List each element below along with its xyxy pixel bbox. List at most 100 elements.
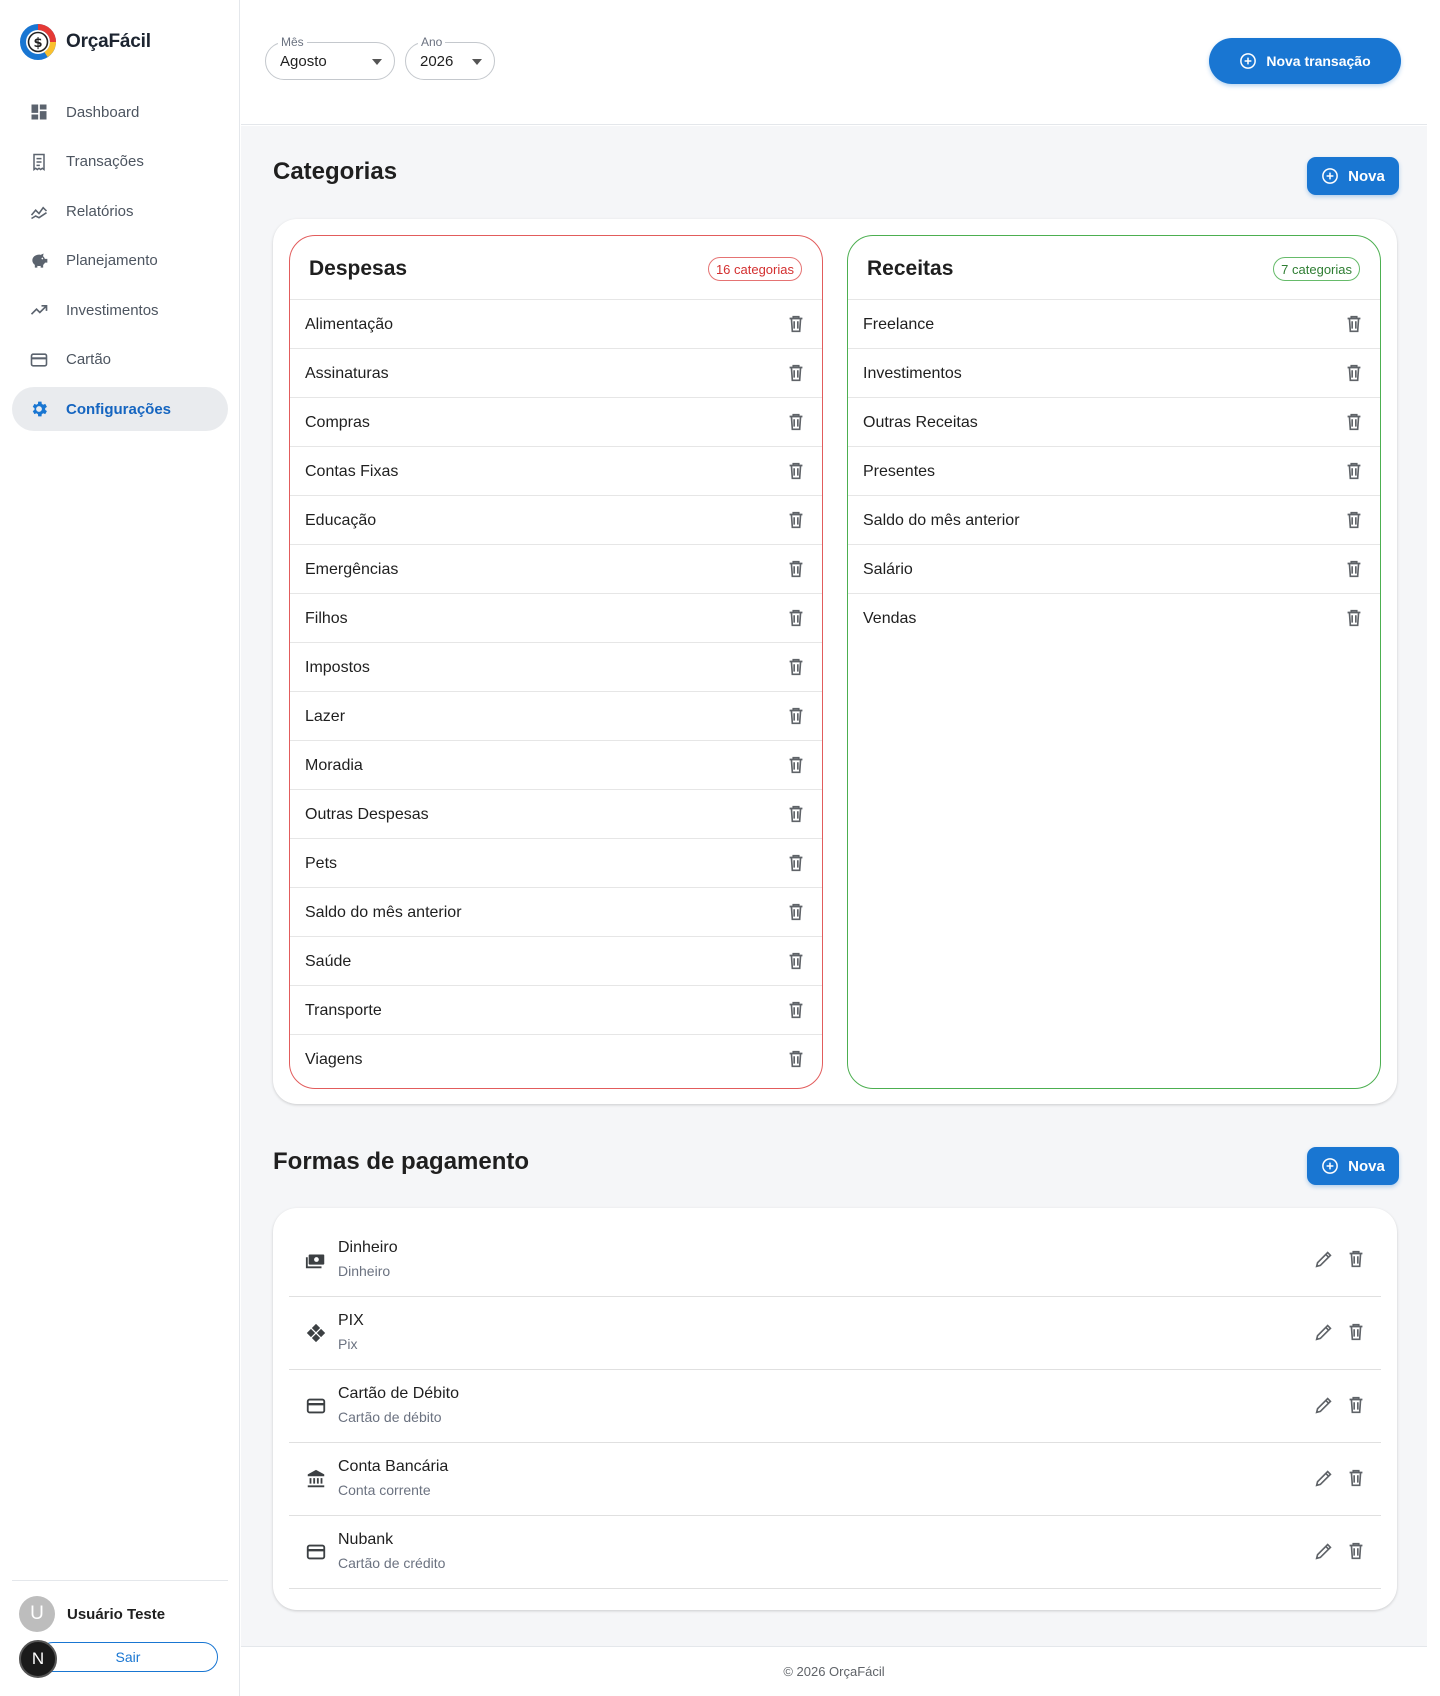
expense-category-row: Assinaturas (290, 349, 822, 398)
month-select-value: Agosto (280, 53, 327, 70)
payment-method-name: PIX (338, 1312, 364, 1329)
category-name: Moradia (305, 757, 363, 774)
expenses-title: Despesas (309, 257, 408, 280)
edit-icon[interactable] (1313, 1467, 1335, 1489)
category-name: Impostos (305, 659, 370, 676)
payment-method-name: Cartão de Débito (338, 1385, 459, 1402)
edit-icon[interactable] (1313, 1540, 1335, 1562)
category-name: Transporte (305, 1002, 382, 1019)
delete-category-icon[interactable] (1343, 607, 1365, 629)
brand[interactable]: $ OrçaFácil (19, 22, 151, 62)
categories-title: Categorias (273, 158, 398, 185)
app-name: OrçaFácil (66, 31, 151, 52)
category-name: Assinaturas (305, 365, 389, 382)
delete-icon[interactable] (1345, 1394, 1367, 1416)
avatar[interactable]: U (19, 1596, 55, 1632)
category-name: Saldo do mês anterior (863, 512, 1020, 529)
delete-category-icon[interactable] (785, 852, 807, 874)
income-count-badge: 7 categorias (1273, 257, 1360, 281)
delete-category-icon[interactable] (1343, 313, 1365, 335)
sidebar-item-label: Investimentos (66, 301, 159, 319)
year-select[interactable]: Ano 2026 (405, 35, 495, 80)
delete-category-icon[interactable] (785, 999, 807, 1021)
sidebar-item-planejamento[interactable]: Planejamento (12, 239, 228, 283)
new-transaction-label: Nova transação (1266, 53, 1371, 69)
category-name: Compras (305, 414, 370, 431)
category-name: Investimentos (863, 365, 962, 382)
sidebar-item-relatorios[interactable]: Relatórios (12, 189, 228, 233)
payment-method-row: PIX Pix (289, 1297, 1381, 1370)
payment-methods-title: Formas de pagamento (273, 1148, 530, 1175)
payment-method-type: Dinheiro (338, 1263, 391, 1279)
month-select[interactable]: Mês Agosto (265, 35, 395, 80)
floating-badge[interactable]: N (19, 1640, 57, 1678)
sidebar-item-investimentos[interactable]: Investimentos (12, 288, 228, 332)
expense-category-row: Contas Fixas (290, 447, 822, 496)
edit-icon[interactable] (1313, 1321, 1335, 1343)
edit-icon[interactable] (1313, 1248, 1335, 1270)
delete-category-icon[interactable] (1343, 558, 1365, 580)
delete-category-icon[interactable] (785, 1048, 807, 1070)
expense-category-row: Viagens (290, 1035, 822, 1084)
sidebar-item-cartao[interactable]: Cartão (12, 338, 228, 382)
delete-category-icon[interactable] (785, 411, 807, 433)
logout-button[interactable]: Sair (38, 1642, 218, 1672)
year-select-value: 2026 (420, 53, 454, 70)
sidebar: $ OrçaFácil Dashboard Transações Relatór… (0, 0, 240, 1696)
delete-category-icon[interactable] (785, 313, 807, 335)
category-name: Alimentação (305, 316, 394, 333)
delete-icon[interactable] (1345, 1467, 1367, 1489)
sidebar-item-dashboard[interactable]: Dashboard (12, 90, 228, 134)
income-category-row: Freelance (848, 300, 1380, 349)
expenses-count-badge: 16 categorias (707, 257, 802, 281)
payment-method-row: Cartão de Débito Cartão de débito (289, 1370, 1381, 1443)
payment-method-name: Nubank (338, 1531, 394, 1548)
delete-category-icon[interactable] (785, 509, 807, 531)
delete-category-icon[interactable] (785, 607, 807, 629)
new-category-button[interactable]: Nova (1307, 157, 1399, 195)
delete-category-icon[interactable] (785, 656, 807, 678)
income-category-row: Investimentos (848, 349, 1380, 398)
delete-category-icon[interactable] (785, 362, 807, 384)
delete-category-icon[interactable] (785, 705, 807, 727)
add-circle-icon (1240, 53, 1257, 69)
sidebar-nav: Dashboard Transações Relatórios Planejam… (12, 90, 228, 437)
year-select-label: Ano (418, 35, 446, 49)
expense-category-row: Saldo do mês anterior (290, 888, 822, 937)
sidebar-item-transacoes[interactable]: Transações (12, 140, 228, 184)
income-category-row: Saldo do mês anterior (848, 496, 1380, 545)
category-name: Filhos (305, 610, 348, 627)
delete-category-icon[interactable] (1343, 460, 1365, 482)
new-payment-method-button[interactable]: Nova (1307, 1147, 1399, 1185)
payment-method-row: Dinheiro Dinheiro (289, 1224, 1381, 1297)
delete-category-icon[interactable] (1343, 411, 1365, 433)
month-select-label: Mês (278, 35, 307, 49)
sidebar-item-label: Transações (66, 153, 144, 170)
delete-category-icon[interactable] (785, 950, 807, 972)
new-payment-method-label: Nova (1348, 1157, 1385, 1175)
payment-method-type: Pix (338, 1336, 358, 1352)
delete-category-icon[interactable] (785, 901, 807, 923)
payment-method-row: Nubank Cartão de crédito (289, 1516, 1381, 1589)
category-name: Freelance (863, 316, 935, 333)
delete-category-icon[interactable] (785, 460, 807, 482)
payment-method-row: Conta Bancária Conta corrente (289, 1443, 1381, 1516)
category-name: Vendas (863, 610, 917, 627)
delete-category-icon[interactable] (785, 803, 807, 825)
expenses-panel-header: Despesas 16 categorias (290, 236, 822, 300)
delete-icon[interactable] (1345, 1321, 1367, 1343)
sidebar-item-configuracoes[interactable]: Configurações (12, 387, 228, 431)
delete-category-icon[interactable] (785, 754, 807, 776)
delete-category-icon[interactable] (1343, 362, 1365, 384)
expense-category-row: Emergências (290, 545, 822, 594)
delete-icon[interactable] (1345, 1540, 1367, 1562)
edit-icon[interactable] (1313, 1394, 1335, 1416)
chevron-down-icon (472, 59, 482, 65)
delete-icon[interactable] (1345, 1248, 1367, 1270)
new-transaction-button[interactable]: Nova transação (1209, 38, 1401, 84)
sidebar-item-label: Cartão (66, 351, 112, 368)
delete-category-icon[interactable] (785, 558, 807, 580)
expense-category-row: Lazer (290, 692, 822, 741)
delete-category-icon[interactable] (1343, 509, 1365, 531)
category-name: Emergências (305, 561, 399, 578)
